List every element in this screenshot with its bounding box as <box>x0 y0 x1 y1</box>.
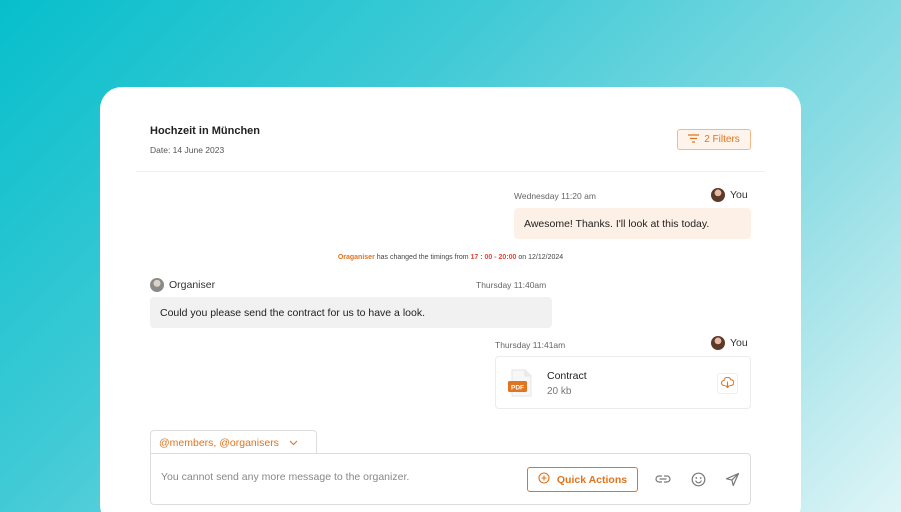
notice-time-range: 17 : 00 - 20:00 <box>470 254 517 261</box>
message-composer: Quick Actions <box>150 453 751 505</box>
notice-date: on 12/12/2024 <box>516 254 564 261</box>
sender-name: You <box>730 189 748 201</box>
file-size: 20 kb <box>547 386 572 397</box>
mention-selector[interactable]: @members, @organisers <box>150 430 317 454</box>
message-text: Could you please send the contract for u… <box>160 306 425 319</box>
avatar <box>150 278 164 292</box>
svg-text:PDF: PDF <box>511 384 524 391</box>
message-time: Wednesday 11:20 am <box>514 191 596 201</box>
mention-label: @members, @organisers <box>159 436 279 449</box>
notice-text: has changed the timings from <box>374 254 471 261</box>
avatar <box>711 188 725 202</box>
message-time: Thursday 11:41am <box>495 340 566 350</box>
message-text: Awesome! Thanks. I'll look at this today… <box>524 217 710 230</box>
emoji-icon[interactable] <box>689 470 707 488</box>
conversation-title: Hochzeit in München <box>150 125 260 137</box>
send-icon[interactable] <box>723 470 741 488</box>
notice-actor: Oraganiser <box>337 254 375 261</box>
file-attachment[interactable]: PDF Contract 20 kb <box>495 356 751 409</box>
chevron-down-icon <box>289 437 298 449</box>
sender-name: Organiser <box>169 279 216 291</box>
message-time: Thursday 11:40am <box>476 280 547 290</box>
message-bubble-incoming: Could you please send the contract for u… <box>150 297 552 328</box>
filters-label: 2 Filters <box>704 134 740 145</box>
conversation-header: Hochzeit in München Date: 14 June 2023 <box>150 125 260 155</box>
download-cloud-icon <box>720 375 735 393</box>
filters-button[interactable]: 2 Filters <box>677 129 751 150</box>
message-input[interactable] <box>161 471 501 483</box>
filter-icon <box>688 133 700 146</box>
header-divider <box>136 171 765 172</box>
avatar <box>711 336 725 350</box>
download-button[interactable] <box>717 373 738 394</box>
chat-card: Hochzeit in München Date: 14 June 2023 2… <box>100 87 801 512</box>
sender-name: You <box>730 337 748 349</box>
conversation-date: Date: 14 June 2023 <box>150 145 225 155</box>
message-bubble-outgoing: Awesome! Thanks. I'll look at this today… <box>514 208 751 239</box>
message-sender: You <box>711 336 748 350</box>
quick-actions-button[interactable]: Quick Actions <box>527 467 638 492</box>
message-sender: Organiser <box>150 278 215 292</box>
quick-actions-label: Quick Actions <box>556 473 628 486</box>
file-name: Contract <box>547 370 587 382</box>
system-notice: Oraganiser has changed the timings from … <box>100 254 801 261</box>
plus-circle-icon <box>538 472 550 487</box>
pdf-file-icon: PDF <box>507 369 534 397</box>
link-icon[interactable] <box>654 470 672 488</box>
message-sender: You <box>711 188 748 202</box>
